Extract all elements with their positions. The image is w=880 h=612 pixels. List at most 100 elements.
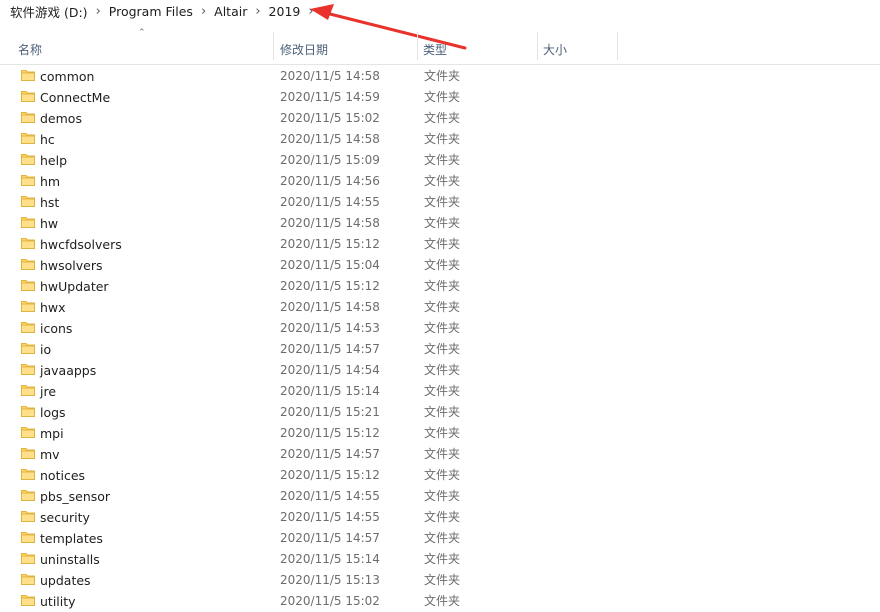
file-row[interactable]: javaapps 2020/11/5 14:54 文件夹 [0,360,880,381]
file-row[interactable]: hwsolvers 2020/11/5 15:04 文件夹 [0,255,880,276]
file-row[interactable]: jre 2020/11/5 15:14 文件夹 [0,381,880,402]
file-row[interactable]: hwx 2020/11/5 14:58 文件夹 [0,297,880,318]
file-row[interactable]: security 2020/11/5 14:55 文件夹 [0,507,880,528]
file-date: 2020/11/5 14:57 [280,447,380,461]
file-row[interactable]: hc 2020/11/5 14:58 文件夹 [0,129,880,150]
file-date: 2020/11/5 14:58 [280,132,380,146]
folder-icon [21,217,35,228]
file-row[interactable]: help 2020/11/5 15:09 文件夹 [0,150,880,171]
folder-icon [21,238,35,249]
file-name: hm [40,174,61,189]
chevron-right-icon[interactable]: › [92,4,105,19]
column-divider[interactable] [617,32,618,60]
file-date: 2020/11/5 14:56 [280,174,380,188]
file-row[interactable]: templates 2020/11/5 14:57 文件夹 [0,528,880,549]
file-list: common 2020/11/5 14:58 文件夹 ConnectMe 2020/11… [0,66,880,612]
chevron-right-icon[interactable]: › [197,4,210,19]
file-type: 文件夹 [424,69,461,83]
column-header-bar: ⌃ 名称 修改日期 类型 大小 [0,24,880,65]
file-name: pbs_sensor [40,489,111,504]
file-date: 2020/11/5 15:14 [280,552,380,566]
breadcrumb-program-files[interactable]: Program Files [105,4,197,19]
file-date: 2020/11/5 15:12 [280,468,380,482]
column-date-label: 修改日期 [280,42,329,57]
file-date: 2020/11/5 15:12 [280,279,380,293]
file-name: help [40,153,68,168]
file-type: 文件夹 [424,510,461,524]
file-name: hwx [40,300,66,315]
breadcrumb-drive[interactable]: 软件游戏 (D:) [0,2,92,21]
file-type: 文件夹 [424,342,461,356]
file-date: 2020/11/5 15:02 [280,594,380,608]
folder-icon [21,553,35,564]
breadcrumb: 软件游戏 (D:) › Program Files › Altair › 201… [0,0,880,22]
folder-icon [21,322,35,333]
file-row[interactable]: logs 2020/11/5 15:21 文件夹 [0,402,880,423]
file-type: 文件夹 [424,447,461,461]
file-type: 文件夹 [424,300,461,314]
folder-icon [21,385,35,396]
file-row[interactable]: ConnectMe 2020/11/5 14:59 文件夹 [0,87,880,108]
file-row[interactable]: demos 2020/11/5 15:02 文件夹 [0,108,880,129]
file-row[interactable]: hm 2020/11/5 14:56 文件夹 [0,171,880,192]
file-type: 文件夹 [424,153,461,167]
file-name: hwUpdater [40,279,109,294]
file-date: 2020/11/5 14:58 [280,216,380,230]
column-header-date[interactable]: 修改日期 [280,34,416,64]
column-divider[interactable] [273,32,274,60]
folder-icon [21,280,35,291]
column-header-size[interactable]: 大小 [543,34,617,64]
file-row[interactable]: icons 2020/11/5 14:53 文件夹 [0,318,880,339]
file-date: 2020/11/5 14:58 [280,300,380,314]
folder-icon [21,364,35,375]
folder-icon [21,343,35,354]
file-row[interactable]: pbs_sensor 2020/11/5 14:55 文件夹 [0,486,880,507]
file-name: icons [40,321,73,336]
file-row[interactable]: hwUpdater 2020/11/5 15:12 文件夹 [0,276,880,297]
file-name: updates [40,573,91,588]
column-divider[interactable] [537,32,538,60]
file-type: 文件夹 [424,132,461,146]
file-row[interactable]: hw 2020/11/5 14:58 文件夹 [0,213,880,234]
file-type: 文件夹 [424,552,461,566]
file-row[interactable]: updates 2020/11/5 15:13 文件夹 [0,570,880,591]
column-name-label: 名称 [18,42,43,57]
chevron-right-icon[interactable]: › [251,4,264,19]
file-row[interactable]: hst 2020/11/5 14:55 文件夹 [0,192,880,213]
file-name: common [40,69,95,84]
column-header-type[interactable]: 类型 [423,34,535,64]
folder-icon [21,133,35,144]
file-name: javaapps [40,363,97,378]
folder-icon [21,511,35,522]
breadcrumb-altair[interactable]: Altair [210,4,251,19]
folder-icon [21,112,35,123]
chevron-right-icon[interactable]: › [304,4,317,19]
file-row[interactable]: hwcfdsolvers 2020/11/5 15:12 文件夹 [0,234,880,255]
file-name: hc [40,132,55,147]
folder-icon [21,154,35,165]
column-type-label: 类型 [423,42,448,57]
column-divider[interactable] [417,32,418,60]
file-row[interactable]: mpi 2020/11/5 15:12 文件夹 [0,423,880,444]
file-row[interactable]: uninstalls 2020/11/5 15:14 文件夹 [0,549,880,570]
file-row[interactable]: io 2020/11/5 14:57 文件夹 [0,339,880,360]
file-name: logs [40,405,66,420]
file-type: 文件夹 [424,195,461,209]
file-date: 2020/11/5 15:09 [280,153,380,167]
file-type: 文件夹 [424,363,461,377]
file-date: 2020/11/5 14:59 [280,90,380,104]
breadcrumb-2019[interactable]: 2019 [265,4,305,19]
file-type: 文件夹 [424,594,461,608]
folder-icon [21,91,35,102]
file-row[interactable]: common 2020/11/5 14:58 文件夹 [0,66,880,87]
file-name: demos [40,111,82,126]
file-row[interactable]: utility 2020/11/5 15:02 文件夹 [0,591,880,612]
column-header-name[interactable]: 名称 [18,34,272,64]
file-date: 2020/11/5 15:12 [280,237,380,251]
file-name: mpi [40,426,64,441]
file-row[interactable]: notices 2020/11/5 15:12 文件夹 [0,465,880,486]
file-name: utility [40,594,76,609]
file-date: 2020/11/5 14:55 [280,510,380,524]
file-row[interactable]: mv 2020/11/5 14:57 文件夹 [0,444,880,465]
file-date: 2020/11/5 14:57 [280,531,380,545]
